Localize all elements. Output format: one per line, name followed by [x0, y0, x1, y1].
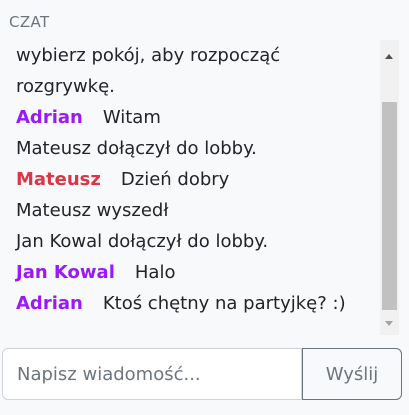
- system-message: Jan Kowal dołączył do lobby.: [0, 226, 380, 257]
- message-text: Mateusz dołączył do lobby.: [16, 138, 257, 159]
- chat-header: CZAT: [9, 13, 50, 31]
- message-text: Halo: [134, 262, 176, 283]
- message-composer: Wyślij: [2, 348, 402, 400]
- message-author: Adrian: [16, 293, 83, 314]
- system-message: wybierz pokój, aby rozpocząć rozgrywkę.: [0, 40, 336, 102]
- message-author: Jan Kowal: [16, 262, 115, 283]
- message-author: Mateusz: [16, 169, 101, 190]
- scroll-up-arrow-icon[interactable]: [385, 54, 393, 59]
- message-author: Adrian: [16, 107, 83, 128]
- message-text: Jan Kowal dołączył do lobby.: [16, 231, 269, 252]
- chat-message: Adrian Ktoś chętny na partyjkę? :): [0, 288, 380, 319]
- chat-message: Adrian Witam: [0, 102, 380, 133]
- message-input[interactable]: [2, 348, 302, 400]
- chat-scrollbar[interactable]: [380, 40, 399, 335]
- scrollbar-thumb[interactable]: [382, 102, 397, 310]
- message-text: Witam: [102, 107, 161, 128]
- send-button[interactable]: Wyślij: [302, 348, 402, 400]
- chat-log: wybierz pokój, aby rozpocząć rozgrywkę. …: [0, 40, 380, 335]
- message-text: Ktoś chętny na partyjkę? :): [102, 293, 346, 314]
- message-text: wybierz pokój, aby rozpocząć rozgrywkę.: [16, 45, 281, 97]
- scroll-down-arrow-icon[interactable]: [385, 321, 393, 326]
- system-message: Mateusz wyszedł: [0, 195, 380, 226]
- chat-message: Mateusz Dzień dobry: [0, 164, 380, 195]
- message-text: Mateusz wyszedł: [16, 200, 169, 221]
- message-text: Dzień dobry: [120, 169, 230, 190]
- chat-message: Jan Kowal Halo: [0, 257, 380, 288]
- system-message: Mateusz dołączył do lobby.: [0, 133, 380, 164]
